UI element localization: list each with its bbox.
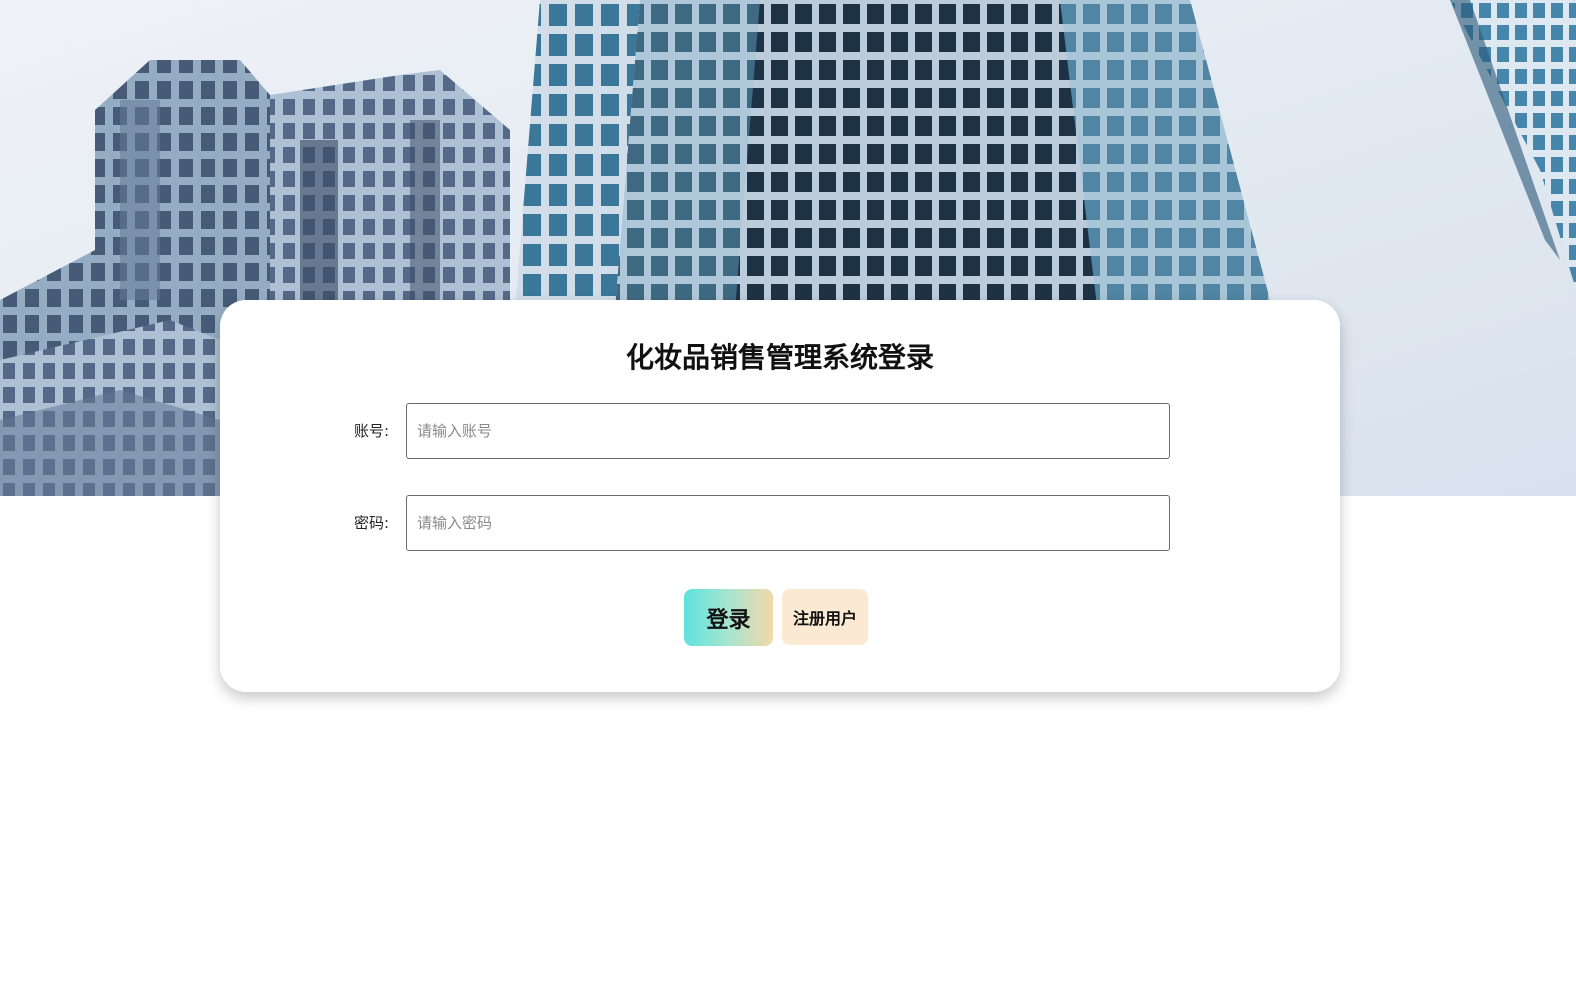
password-row: 密码: xyxy=(220,495,1340,551)
account-input[interactable] xyxy=(406,403,1170,459)
login-card: 化妆品销售管理系统登录 账号: 密码: 登录 注册用户 xyxy=(220,300,1340,692)
login-page: 化妆品销售管理系统登录 账号: 密码: 登录 注册用户 xyxy=(0,0,1576,985)
password-label: 密码: xyxy=(354,514,390,532)
register-button[interactable]: 注册用户 xyxy=(782,589,868,645)
account-label: 账号: xyxy=(354,422,390,440)
login-button[interactable]: 登录 xyxy=(684,589,773,646)
account-row: 账号: xyxy=(220,403,1340,459)
page-title: 化妆品销售管理系统登录 xyxy=(625,341,934,374)
password-input[interactable] xyxy=(406,495,1170,551)
